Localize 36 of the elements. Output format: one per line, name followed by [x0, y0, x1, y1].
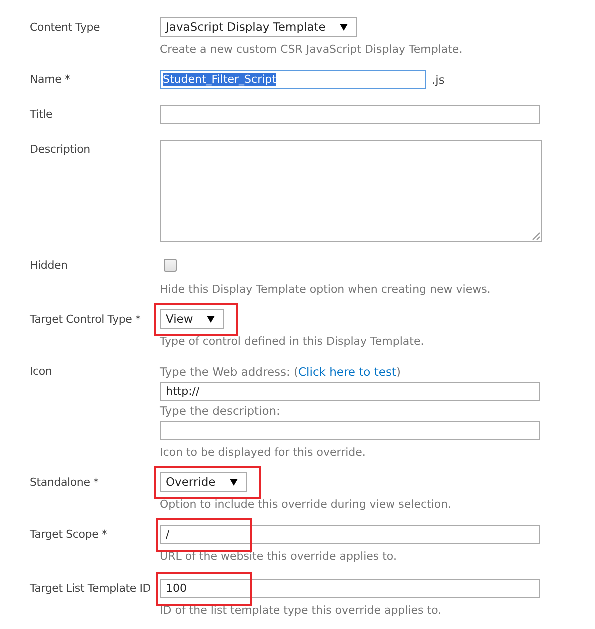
caret-icon	[230, 478, 238, 486]
input-field[interactable]: 100	[160, 579, 540, 598]
extension-label: .js	[432, 72, 445, 86]
dropdown[interactable]: Override	[160, 472, 247, 492]
field-label: Name *	[30, 72, 72, 88]
test-link[interactable]: Click here to test	[298, 365, 396, 379]
field-label: Standalone *	[30, 475, 100, 491]
hint-text: Hide this Display Template option when creating new views.	[160, 283, 491, 296]
field-label: Target Scope *	[30, 527, 108, 543]
input-field[interactable]	[160, 421, 540, 440]
field-label: Title	[30, 107, 54, 123]
field-label: Icon	[30, 364, 54, 380]
description-prompt: Type the description:	[160, 404, 280, 418]
url-field[interactable]: http://	[160, 382, 540, 401]
caret-icon	[207, 316, 216, 322]
input-field[interactable]: Student_Filter_Script	[160, 70, 426, 89]
hint-text: URL of the website this override applies to.	[160, 550, 397, 563]
field-label: Hidden	[30, 258, 69, 274]
dropdown[interactable]: JavaScript Display Template	[160, 17, 357, 37]
hint-text: Option to include this override during view selection.	[160, 498, 452, 511]
hint-text: Icon to be displayed for this override.	[160, 446, 366, 459]
text-area[interactable]	[160, 140, 542, 242]
hint-text: Type of control defined in this Display Template.	[160, 335, 424, 348]
input-field[interactable]: /	[160, 525, 540, 544]
hint-text: Create a new custom CSR JavaScript Display Template.	[160, 43, 463, 56]
field-label: Target Control Type *	[30, 312, 142, 328]
field-label: Description	[30, 142, 92, 158]
field-label: Target List Template ID	[30, 581, 152, 597]
dropdown[interactable]: View	[160, 309, 224, 329]
field-label: Content Type	[30, 20, 102, 36]
address-prompt: Type the Web address: (Click here to test)	[160, 365, 401, 379]
input-field[interactable]	[160, 105, 540, 124]
caret-icon	[340, 24, 348, 30]
checkbox[interactable]	[164, 259, 177, 272]
hint-text: ID of the list template type this override applies to.	[160, 604, 442, 617]
resize-grip-icon	[532, 232, 540, 240]
